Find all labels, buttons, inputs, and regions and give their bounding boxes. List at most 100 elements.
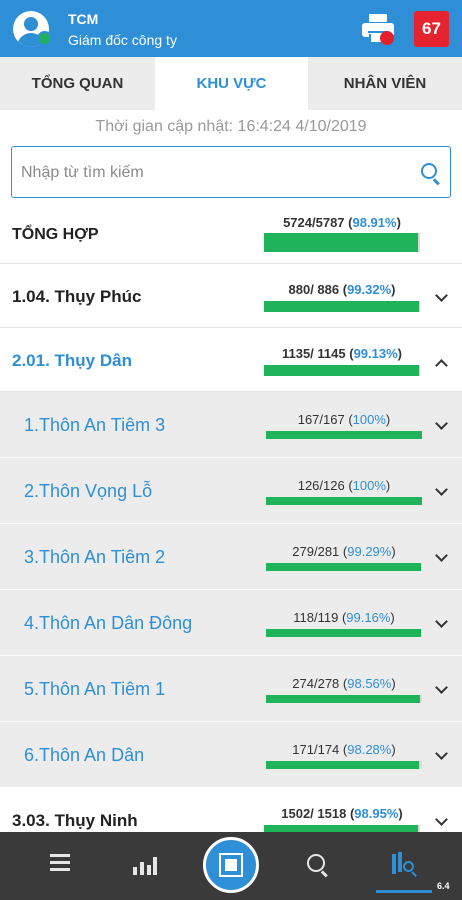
village-progress-fill xyxy=(266,629,421,637)
village-progress-bar xyxy=(266,761,422,769)
chevron-down-icon[interactable] xyxy=(435,813,448,826)
summary-progress-fill xyxy=(264,233,419,252)
summary-count: 5724/5787 xyxy=(283,215,345,230)
tab-overview[interactable]: TỔNG QUAN xyxy=(0,57,155,110)
area-progress-bar xyxy=(264,365,420,376)
village-progress-fill xyxy=(266,761,420,769)
village-row[interactable]: 1.Thôn An Tiêm 3 167/167 (100%) xyxy=(0,392,462,458)
village-stat: 167/167 (100%) xyxy=(297,412,391,427)
area-progress-fill xyxy=(264,301,419,312)
summary-stat: 5724/5787 (98.91%) xyxy=(283,215,401,230)
area-label: 3.03. Thụy Ninh xyxy=(12,811,138,830)
village-count: 171/174 xyxy=(292,742,340,757)
village-label: 6.Thôn An Dân xyxy=(24,745,145,765)
summary-row: TỔNG HỢP 5724/5787 (98.91%) xyxy=(0,206,462,264)
village-row[interactable]: 3.Thôn An Tiêm 2 279/281 (99.29%) xyxy=(0,524,462,590)
village-percent: 100% xyxy=(352,478,386,493)
chevron-down-icon[interactable] xyxy=(435,417,448,430)
chevron-down-icon[interactable] xyxy=(435,615,448,628)
area-count: 1502/ 1518 xyxy=(281,806,347,821)
chevron-down-icon[interactable] xyxy=(435,483,448,496)
chevron-down-icon[interactable] xyxy=(435,681,448,694)
area-count: 880/ 886 xyxy=(288,282,340,297)
notification-badge[interactable]: 67 xyxy=(414,11,449,47)
village-progress-fill xyxy=(266,695,420,703)
village-progress-fill xyxy=(266,431,422,439)
search-icon[interactable] xyxy=(421,163,441,186)
search-input[interactable] xyxy=(21,161,401,185)
village-percent: 98.56% xyxy=(347,676,392,691)
app-version: 6.4 xyxy=(437,881,450,891)
area-row[interactable]: 2.01. Thụy Dân 1135/ 1145 (99.13%) xyxy=(0,328,462,392)
area-progress-bar xyxy=(264,301,420,312)
village-count: 274/278 xyxy=(292,676,340,691)
area-map-icon[interactable] xyxy=(392,852,418,877)
avatar-head xyxy=(24,17,38,31)
chart-icon[interactable] xyxy=(133,853,157,875)
area-count: 1135/ 1145 xyxy=(281,346,346,361)
village-count: 118/119 xyxy=(293,610,339,625)
area-progress-fill xyxy=(264,825,419,832)
village-row[interactable]: 4.Thôn An Dân Đông 118/119 (99.16%) xyxy=(0,590,462,656)
search-icon[interactable] xyxy=(307,854,329,878)
village-progress-bar xyxy=(266,563,422,571)
area-stat: 880/ 886 (99.32%) xyxy=(288,282,396,297)
chevron-down-icon[interactable] xyxy=(435,289,448,302)
summary-label: TỔNG HỢP xyxy=(12,226,99,243)
village-progress-bar xyxy=(266,629,422,637)
area-label: 2.01. Thụy Dân xyxy=(12,351,132,370)
tab-area[interactable]: KHU VỰC xyxy=(155,57,308,110)
village-label: 2.Thôn Vọng Lỗ xyxy=(24,481,153,501)
summary-progress-bar xyxy=(264,233,420,252)
scan-icon[interactable] xyxy=(203,837,259,893)
village-label: 5.Thôn An Tiêm 1 xyxy=(24,679,166,699)
chevron-up-icon[interactable] xyxy=(435,359,448,372)
area-row[interactable]: 3.03. Thụy Ninh 1502/ 1518 (98.95%) xyxy=(0,788,462,832)
tab-staff[interactable]: NHÂN VIÊN xyxy=(308,57,462,110)
online-status-indicator xyxy=(37,31,52,46)
village-progress-bar xyxy=(266,431,422,439)
village-count: 126/126 xyxy=(297,478,345,493)
user-name: TCM xyxy=(68,11,99,27)
village-row[interactable]: 2.Thôn Vọng Lỗ 126/126 (100%) xyxy=(0,458,462,524)
area-stat: 1502/ 1518 (98.95%) xyxy=(281,806,403,821)
area-progress-bar xyxy=(264,825,420,832)
area-percent: 99.13% xyxy=(353,346,398,361)
village-percent: 98.28% xyxy=(347,742,392,757)
area-row[interactable]: 1.04. Thụy Phúc 880/ 886 (99.32%) xyxy=(0,264,462,328)
village-stat: 118/119 (99.16%) xyxy=(293,610,395,625)
village-count: 167/167 xyxy=(297,412,345,427)
village-progress-bar xyxy=(266,695,422,703)
village-progress-bar xyxy=(266,497,422,505)
area-percent: 98.95% xyxy=(354,806,399,821)
village-label: 3.Thôn An Tiêm 2 xyxy=(24,547,166,567)
village-stat: 126/126 (100%) xyxy=(297,478,391,493)
app-header: TCM Giám đốc công ty 67 xyxy=(0,0,462,57)
area-stat: 1135/ 1145 (99.13%) xyxy=(281,346,403,361)
area-label: 1.04. Thụy Phúc xyxy=(12,287,142,306)
printer-status-dot xyxy=(380,31,394,45)
list-icon[interactable] xyxy=(50,854,70,872)
village-stat: 274/278 (98.56%) xyxy=(292,676,396,691)
village-count: 279/281 xyxy=(292,544,340,559)
search-box xyxy=(11,146,451,198)
village-percent: 99.16% xyxy=(346,610,391,625)
user-role: Giám đốc công ty xyxy=(68,32,177,48)
update-time: Thời gian cập nhật: 16:4:24 4/10/2019 xyxy=(95,118,367,135)
chevron-down-icon[interactable] xyxy=(435,747,448,760)
village-stat: 279/281 (99.29%) xyxy=(292,544,396,559)
village-progress-fill xyxy=(266,497,422,505)
village-percent: 99.29% xyxy=(347,544,392,559)
area-percent: 99.32% xyxy=(347,282,392,297)
village-label: 4.Thôn An Dân Đông xyxy=(24,613,193,633)
chevron-down-icon[interactable] xyxy=(435,549,448,562)
village-stat: 171/174 (98.28%) xyxy=(292,742,396,757)
village-row[interactable]: 5.Thôn An Tiêm 1 274/278 (98.56%) xyxy=(0,656,462,722)
active-tab-indicator xyxy=(376,890,432,893)
village-row[interactable]: 6.Thôn An Dân 171/174 (98.28%) xyxy=(0,722,462,788)
summary-percent: 98.91% xyxy=(352,215,397,230)
tab-bar: TỔNG QUAN KHU VỰC NHÂN VIÊN xyxy=(0,57,462,110)
area-progress-fill xyxy=(264,365,419,376)
village-label: 1.Thôn An Tiêm 3 xyxy=(24,415,166,435)
village-percent: 100% xyxy=(352,412,386,427)
